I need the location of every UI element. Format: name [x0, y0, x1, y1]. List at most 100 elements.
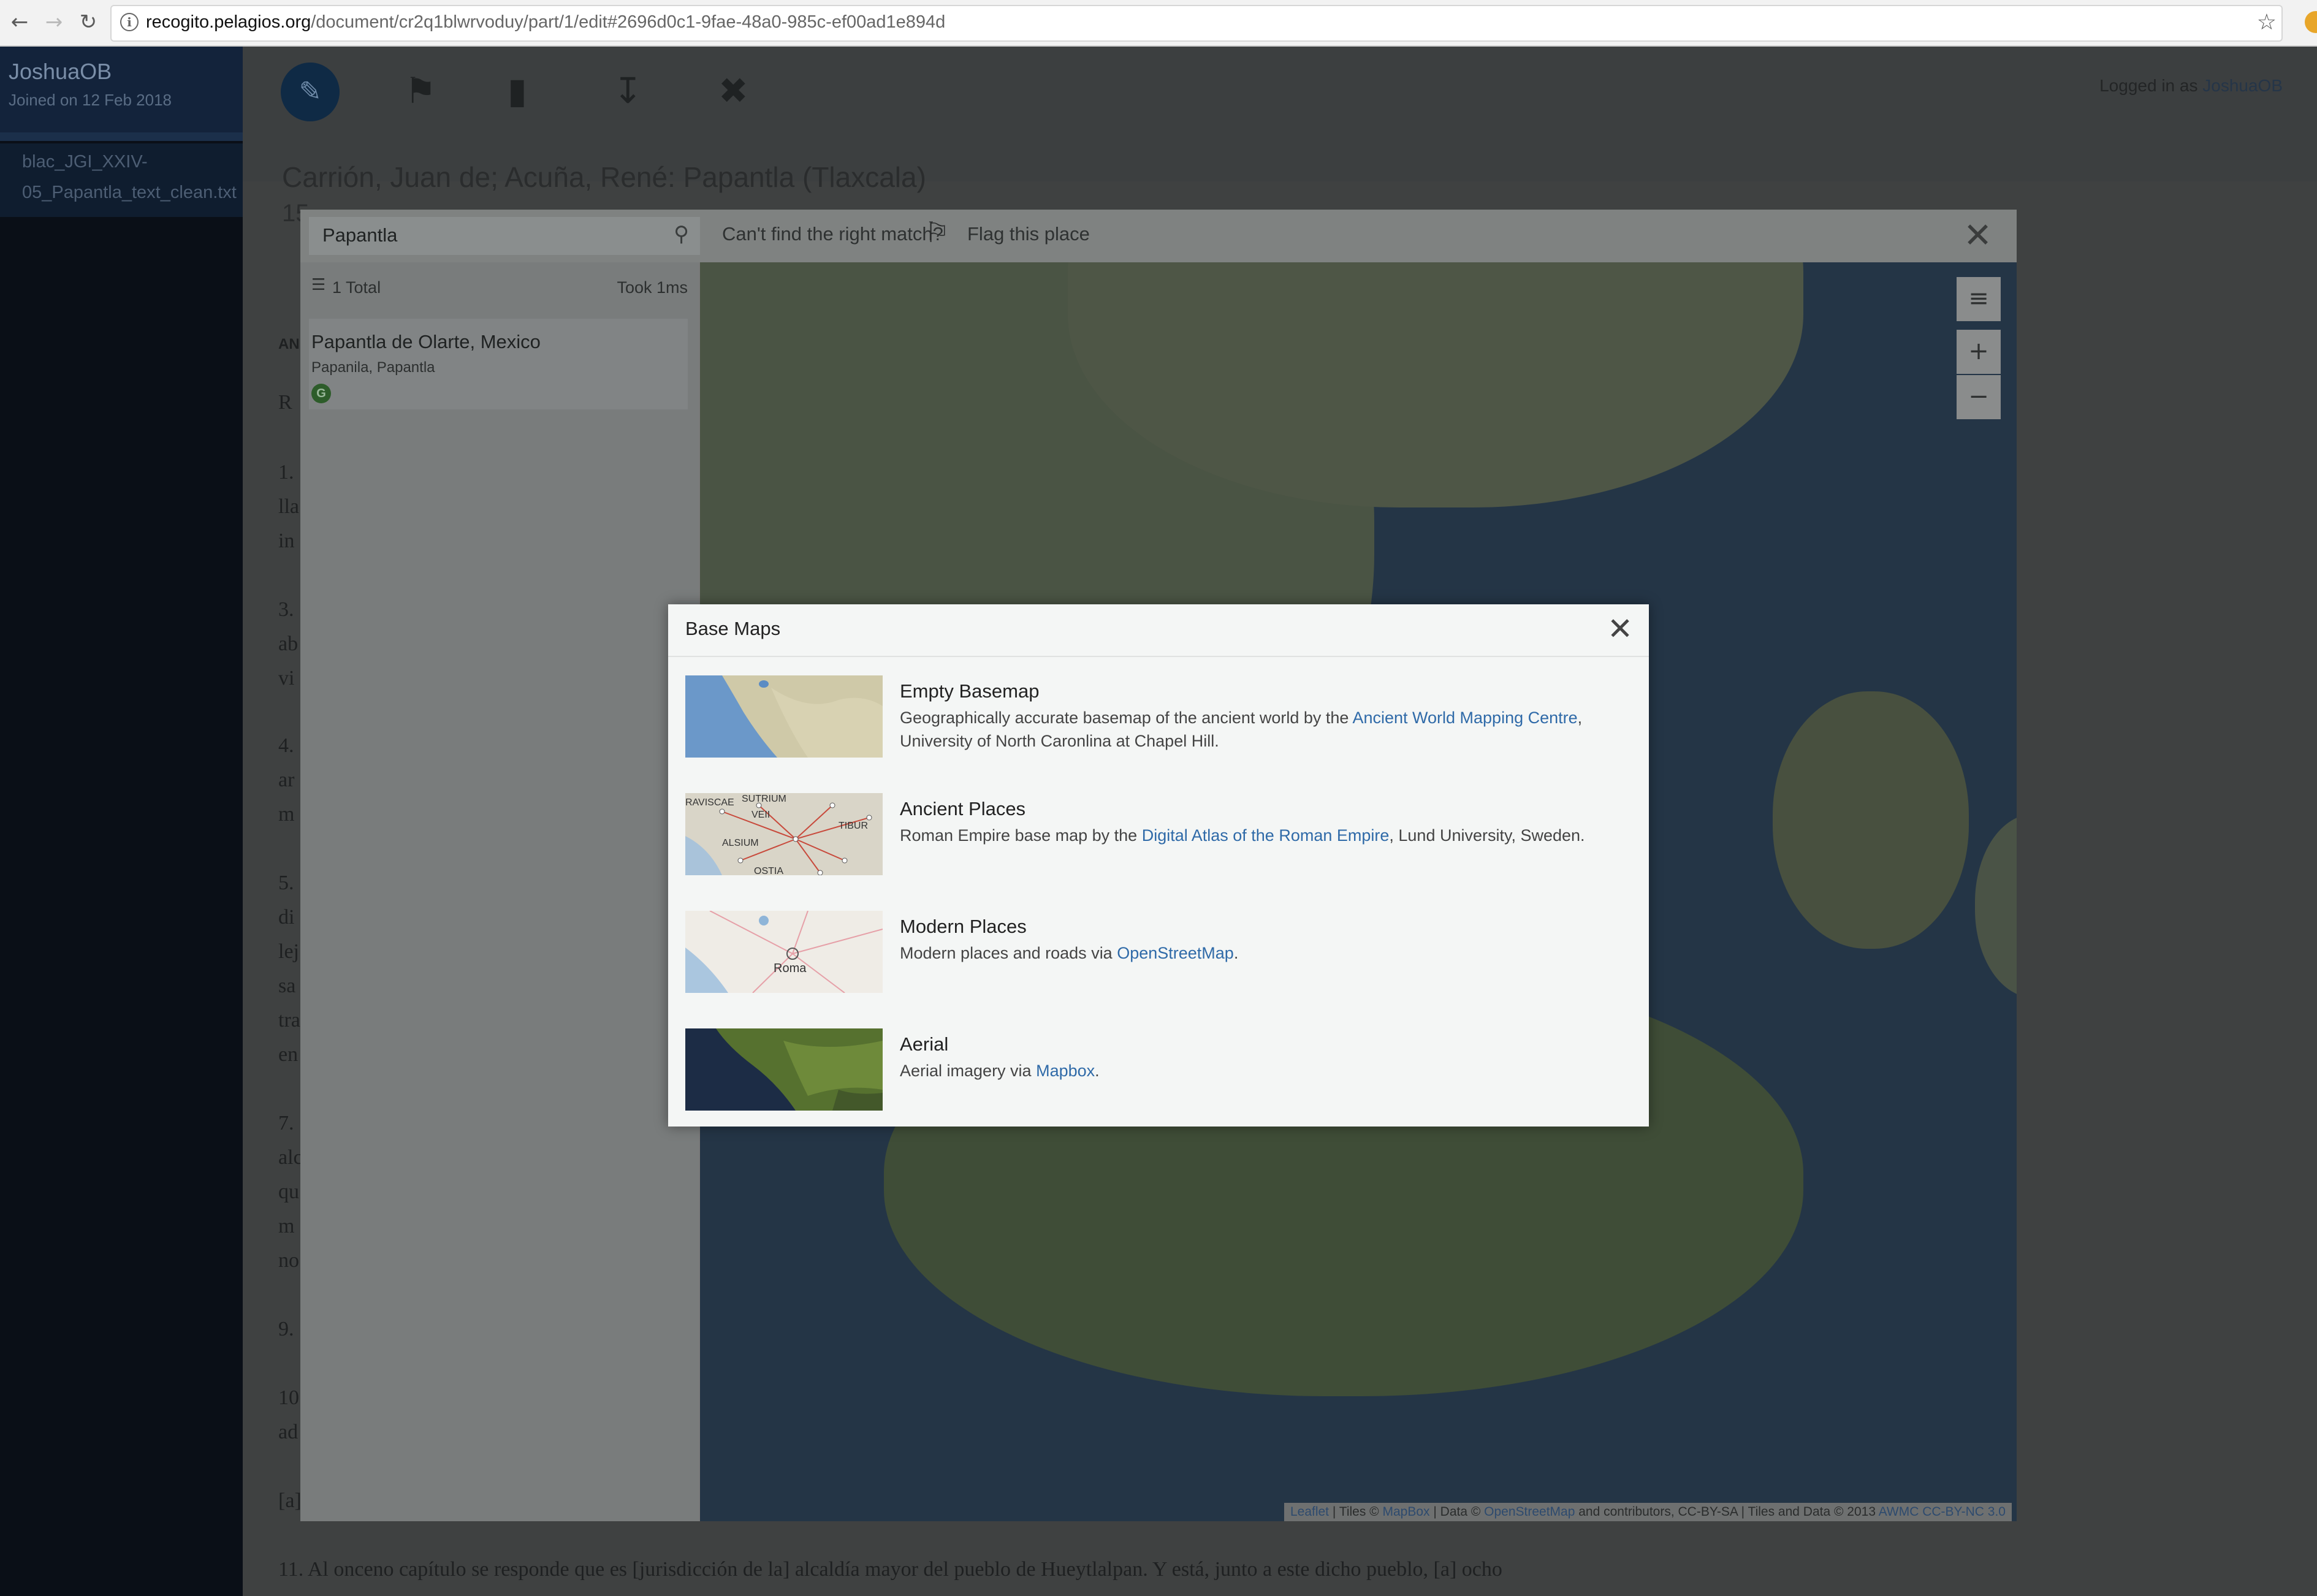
text-line: 3. [278, 598, 294, 621]
map-land [1975, 814, 2017, 998]
flag-this-place-link[interactable]: Flag this place [967, 223, 1090, 245]
username[interactable]: JoshuaOB [9, 59, 112, 85]
address-bar[interactable]: i recogito.pelagios.org/document/cr2q1bl… [110, 5, 2283, 42]
text-line: ab [278, 633, 299, 655]
basemap-option-modern[interactable]: Roma Modern Places Modern places and roa… [685, 911, 1629, 993]
basemap-name: Ancient Places [900, 798, 1026, 819]
download-icon[interactable]: ↧ [613, 70, 643, 112]
map-label: RAVISCAE [685, 797, 734, 808]
text-line: sa [278, 975, 296, 997]
edit-icon[interactable]: ✎ [281, 63, 340, 121]
awmc-link[interactable]: AWMC CC-BY-NC 3.0 [1879, 1505, 2006, 1519]
text-line: 7. [278, 1112, 294, 1134]
user-box[interactable]: JoshuaOB Joined on 12 Feb 2018 [0, 47, 243, 141]
document-filename-line2: 05_Papantla_text_clean.txt [22, 183, 237, 202]
geo-modal-header: Papantla ⚲ Can't find the right match? ⚐… [300, 210, 2017, 262]
description-text: , Lund University, Sweden. [1389, 826, 1585, 845]
logged-in-user[interactable]: JoshuaOB [2202, 76, 2283, 95]
back-icon[interactable]: ← [4, 6, 36, 38]
left-sidebar: JoshuaOB Joined on 12 Feb 2018 blac_JGI_… [0, 47, 243, 1596]
extension-icon[interactable] [2305, 11, 2317, 33]
modern-places-thumbnail: Roma [685, 911, 883, 993]
place-search-input[interactable]: Papantla ⚲ [309, 217, 700, 255]
result-title: Papantla de Olarte, Mexico [311, 331, 541, 352]
list-icon: ☰ [311, 276, 326, 294]
text-line: m [278, 803, 295, 826]
cant-find-text: Can't find the right match? [722, 223, 943, 245]
mapbox-link[interactable]: MapBox [1382, 1505, 1429, 1519]
zoom-in-button[interactable]: + [1957, 330, 2001, 374]
zoom-out-button[interactable]: − [1957, 375, 2001, 419]
close-icon[interactable]: ✕ [1963, 216, 1992, 256]
text-line: 4. [278, 734, 294, 757]
text-line: ad [278, 1421, 299, 1443]
reload-icon[interactable]: ↻ [72, 6, 104, 38]
result-alternate-names: Papanila, Papantla [311, 359, 435, 376]
mapbox-link[interactable]: Mapbox [1036, 1062, 1095, 1080]
map-land [1773, 691, 1969, 949]
map-label: SUTRIUM [742, 794, 786, 804]
text-line: en [278, 1043, 299, 1066]
description-text: . [1233, 944, 1239, 962]
search-result-item[interactable]: Papantla de Olarte, Mexico Papanila, Pap… [309, 319, 688, 409]
forward-icon[interactable]: → [38, 6, 70, 38]
text-line: 10 [278, 1386, 299, 1409]
search-icon[interactable]: ⚲ [674, 222, 689, 246]
text-line: lla [278, 495, 299, 518]
map-label: ALSIUM [722, 838, 759, 848]
basemap-description: Geographically accurate basemap of the a… [900, 706, 1617, 753]
settings-icon[interactable]: ✖ [718, 70, 748, 112]
text-line: 9. [278, 1318, 294, 1340]
basemap-description: Modern places and roads via OpenStreetMa… [900, 941, 1617, 965]
results-time: Took 1ms [617, 278, 688, 297]
text-line: tra [278, 1009, 300, 1032]
map-label: Roma [774, 962, 807, 975]
basemap-option-empty[interactable]: Empty Basemap Geographically accurate ba… [685, 675, 1629, 758]
star-icon[interactable]: ☆ [2257, 10, 2277, 35]
text-line: [a] [278, 1489, 302, 1512]
sidebar-document-item[interactable]: blac_JGI_XXIV- 05_Papantla_text_clean.tx… [0, 143, 243, 217]
text-line: in [278, 530, 295, 552]
basemap-option-ancient[interactable]: RAVISCAE SUTRIUM VEII TIBUR ALSIUM OSTIA… [685, 793, 1629, 875]
awmc-link[interactable]: Ancient World Mapping Centre [1352, 709, 1577, 727]
osm-link[interactable]: OpenStreetMap [1484, 1505, 1575, 1519]
basemap-name: Empty Basemap [900, 680, 1040, 702]
url-path: /document/cr2q1blwrvoduy/part/1/edit#269… [311, 12, 946, 32]
description-text: Modern places and roads via [900, 944, 1117, 962]
search-value: Papantla [322, 224, 398, 246]
results-meta: ☰ 1 Total Took 1ms [311, 272, 688, 306]
close-icon[interactable]: ✕ [1607, 610, 1633, 647]
leaflet-link[interactable]: Leaflet [1290, 1505, 1329, 1519]
hamburger-icon[interactable]: ≡ [1957, 277, 2001, 321]
map-icon[interactable]: ⚑ [405, 70, 436, 112]
map-label: OSTIA [754, 866, 783, 875]
joined-date: Joined on 12 Feb 2018 [9, 91, 172, 109]
text-line: m [278, 1215, 295, 1237]
map-attribution: Leaflet | Tiles © MapBox | Data © OpenSt… [1284, 1503, 2012, 1521]
info-icon[interactable]: i [120, 13, 139, 31]
map-label: TIBUR [839, 821, 868, 831]
text-line: vi [278, 667, 295, 690]
url-text[interactable]: recogito.pelagios.org/document/cr2q1blwr… [146, 12, 945, 32]
flag-icon[interactable]: ⚐ [924, 216, 949, 249]
base-maps-dialog: Base Maps ✕ Empty Basemap Geographically… [668, 604, 1649, 1127]
annotation-tab-fragment[interactable]: AN [278, 336, 300, 353]
basemap-name: Aerial [900, 1033, 949, 1055]
attribution-text: | Data © [1429, 1505, 1485, 1519]
text-line: qu [278, 1180, 299, 1203]
openstreetmap-link[interactable]: OpenStreetMap [1117, 944, 1234, 962]
base-maps-title: Base Maps [685, 618, 781, 639]
gazetteer-badge: G [311, 384, 331, 403]
empty-basemap-thumbnail [685, 675, 883, 758]
text-line: no [278, 1249, 299, 1272]
dare-link[interactable]: Digital Atlas of the Roman Empire [1142, 826, 1390, 845]
text-line: 1. [278, 461, 294, 484]
ancient-places-thumbnail: RAVISCAE SUTRIUM VEII TIBUR ALSIUM OSTIA [685, 793, 883, 875]
logged-in-prefix: Logged in as [2099, 76, 2203, 95]
text-line: R [278, 391, 292, 414]
base-maps-header: Base Maps ✕ [668, 604, 1649, 657]
document-filename-line1: blac_JGI_XXIV- [22, 152, 148, 172]
stats-icon[interactable]: ▮ [508, 70, 527, 112]
basemap-option-aerial[interactable]: Aerial Aerial imagery via Mapbox. [685, 1028, 1629, 1111]
attribution-text: | Tiles © [1329, 1505, 1383, 1519]
